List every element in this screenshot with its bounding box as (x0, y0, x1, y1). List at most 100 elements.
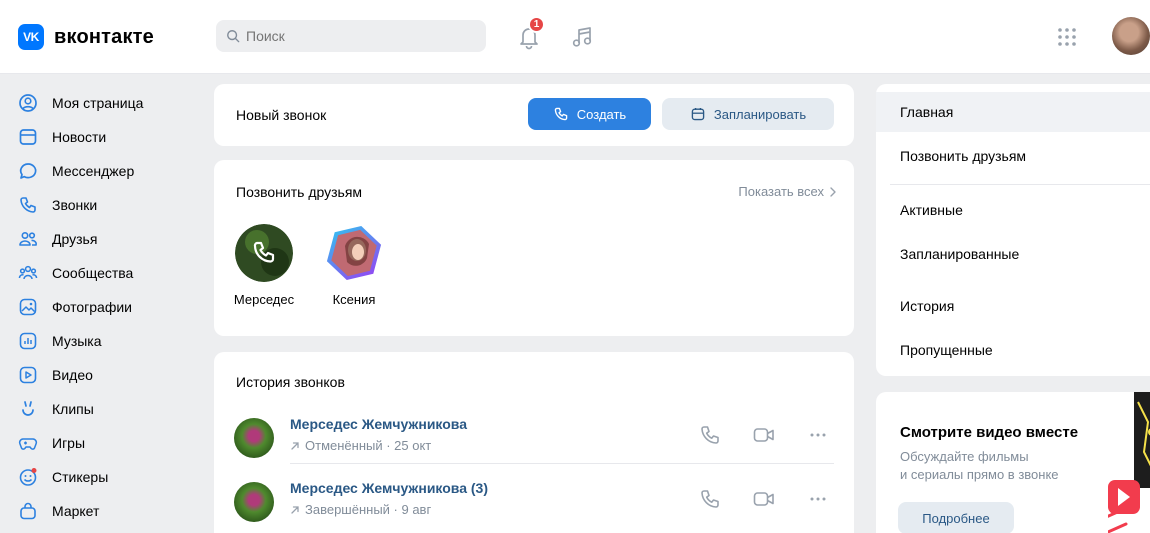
vk-logo-text: вконтакте (54, 25, 154, 48)
communities-icon (18, 265, 38, 280)
caller-name[interactable]: Мерседес Жемчужникова (290, 416, 467, 432)
sidebar-item-video[interactable]: Видео (18, 358, 198, 392)
sidebar-item-label: Сообщества (52, 265, 134, 281)
more-options-icon[interactable] (806, 487, 830, 511)
new-call-title: Новый звонок (236, 107, 327, 123)
sidebar-item-label: Фотографии (52, 299, 133, 315)
watch-together-promo: Смотрите видео вместе Обсуждайте фильмы … (876, 392, 1150, 533)
sidebar-item-calls[interactable]: Звонки (18, 188, 198, 222)
promo-desc-line: и сериалы прямо в звонке (900, 467, 1059, 482)
sidebar-item-label: Новости (52, 129, 107, 145)
caller-avatar[interactable] (234, 418, 274, 458)
sidebar-item-label: Музыка (52, 333, 102, 349)
outgoing-arrow-icon (291, 441, 299, 450)
call-history-row[interactable]: Мерседес Жемчужникова (3) Завершённый · … (214, 472, 854, 528)
search-bar[interactable] (216, 20, 486, 52)
friend-avatar (235, 224, 293, 282)
notifications-badge: 1 (528, 16, 545, 33)
call-status-text: Завершённый · 9 авг (305, 502, 432, 517)
menu-item-scheduled[interactable]: Запланированные (876, 234, 1150, 274)
search-input[interactable] (246, 28, 466, 44)
video-icon (19, 366, 37, 384)
audio-call-icon[interactable] (698, 487, 722, 511)
promo-description: Обсуждайте фильмы и сериалы прямо в звон… (900, 448, 1100, 484)
sidebar-item-label: Стикеры (52, 469, 109, 485)
promo-illustration (1108, 392, 1150, 533)
menu-item-missed[interactable]: Пропущенные (876, 330, 1150, 370)
audio-call-icon[interactable] (698, 423, 722, 447)
sidebar-item-label: Видео (52, 367, 93, 383)
video-call-icon[interactable] (752, 487, 776, 511)
calendar-icon (691, 108, 705, 121)
sidebar-item-photos[interactable]: Фотографии (18, 290, 198, 324)
friends-icon (19, 231, 37, 246)
promo-title: Смотрите видео вместе (900, 424, 1079, 441)
chevron-right-icon (830, 186, 836, 197)
call-status: Завершённый · 9 авг (290, 502, 431, 517)
schedule-call-label: Запланировать (713, 106, 807, 122)
row-divider (290, 463, 834, 464)
menu-item-call-friends[interactable]: Позвонить друзьям (876, 136, 1150, 176)
apps-grid-icon[interactable] (1056, 26, 1078, 48)
caller-avatar[interactable] (234, 482, 274, 522)
sidebar-item-communities[interactable]: Сообщества (18, 256, 198, 290)
call-history-card: История звонков Мерседес Жемчужникова От… (214, 352, 854, 533)
vk-logo-mark: VK (18, 24, 44, 50)
gamepad-icon (18, 438, 38, 450)
clips-icon (22, 401, 34, 416)
friend-kseniya[interactable]: Ксения (314, 224, 394, 307)
menu-item-history[interactable]: История (876, 286, 1150, 326)
sidebar-item-label: Друзья (52, 231, 98, 247)
sidebar-item-games[interactable]: Игры (18, 426, 198, 460)
menu-item-main[interactable]: Главная (876, 92, 1150, 132)
photos-icon (19, 298, 37, 316)
sidebar-item-label: Звонки (52, 197, 98, 213)
call-status: Отменённый · 25 окт (290, 438, 431, 453)
sidebar-item-label: Маркет (52, 503, 100, 519)
sidebar-item-news[interactable]: Новости (18, 120, 198, 154)
music-player-icon[interactable] (570, 24, 596, 50)
call-history-row[interactable]: Мерседес Жемчужникова Отменённый · 25 ок… (214, 408, 854, 464)
vk-logo[interactable]: VK вконтакте (18, 24, 154, 50)
friend-mercedes[interactable]: Мерседес (224, 224, 304, 307)
music-icon (19, 332, 37, 350)
call-friends-card: Позвонить друзьям Показать всех Мерседес… (214, 160, 854, 336)
sidebar-item-music[interactable]: Музыка (18, 324, 198, 358)
outgoing-arrow-icon (291, 505, 299, 514)
sidebar-item-friends[interactable]: Друзья (18, 222, 198, 256)
search-icon (227, 30, 240, 43)
caller-name[interactable]: Мерседес Жемчужникова (3) (290, 480, 488, 496)
new-call-card: Новый звонок Создать Запланировать (214, 84, 854, 146)
sidebar-item-market[interactable]: Маркет (18, 494, 198, 528)
stickers-icon (19, 468, 37, 486)
friend-name: Ксения (332, 292, 376, 307)
call-friends-title: Позвонить друзьям (236, 184, 363, 200)
learn-more-button[interactable]: Подробнее (898, 502, 1014, 533)
message-bubble-icon (19, 163, 37, 179)
left-sidebar: Моя страница Новости Мессенджер Звонки Д… (18, 86, 198, 528)
create-call-button[interactable]: Создать (528, 98, 651, 130)
call-history-title: История звонков (236, 374, 345, 390)
friend-avatar (326, 225, 382, 281)
show-all-link[interactable]: Показать всех (738, 184, 836, 199)
sidebar-item-label: Моя страница (52, 95, 144, 111)
friend-name: Мерседес (233, 292, 295, 307)
schedule-call-button[interactable]: Запланировать (662, 98, 834, 130)
call-actions (698, 423, 830, 447)
sidebar-item-label: Клипы (52, 401, 94, 417)
sidebar-item-stickers[interactable]: Стикеры (18, 460, 198, 494)
promo-desc-line: Обсуждайте фильмы (900, 449, 1029, 464)
video-call-icon[interactable] (752, 423, 776, 447)
user-avatar[interactable] (1112, 17, 1150, 55)
top-header: VK вконтакте 1 (0, 0, 1150, 74)
market-bag-icon (20, 502, 36, 520)
sidebar-item-clips[interactable]: Клипы (18, 392, 198, 426)
user-circle-icon (19, 94, 37, 112)
sidebar-item-messenger[interactable]: Мессенджер (18, 154, 198, 188)
menu-item-active[interactable]: Активные (876, 190, 1150, 230)
sidebar-item-my-page[interactable]: Моя страница (18, 86, 198, 120)
more-options-icon[interactable] (806, 423, 830, 447)
create-call-label: Создать (576, 106, 627, 122)
phone-icon (20, 197, 36, 213)
phone-icon (554, 107, 568, 121)
